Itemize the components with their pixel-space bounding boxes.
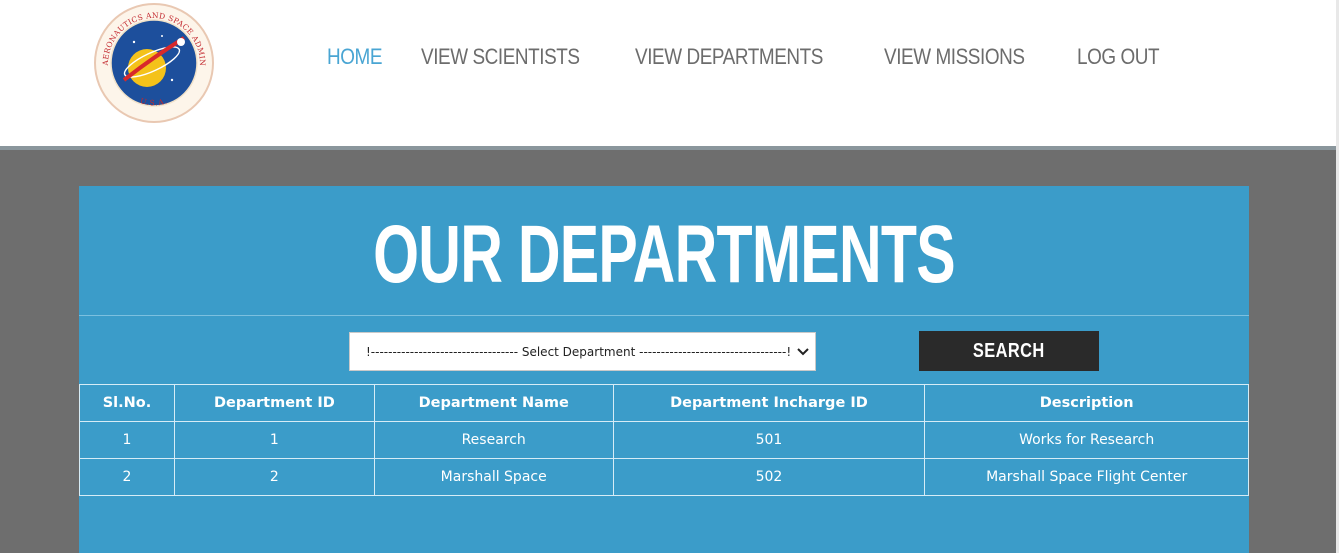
nav-view-scientists[interactable]: VIEW SCIENTISTS <box>421 44 580 72</box>
table-header-row: Sl.No. Department ID Department Name Dep… <box>79 384 1249 422</box>
main-nav: HOME VIEW SCIENTISTS VIEW DEPARTMENTS VI… <box>327 44 1203 72</box>
chevron-down-icon <box>791 345 815 359</box>
cell-description: Marshall Space Flight Center <box>924 458 1249 496</box>
search-button-label: SEARCH <box>973 339 1045 362</box>
nav-home[interactable]: HOME <box>327 44 382 72</box>
cell-department-id: 2 <box>173 458 375 496</box>
cell-incharge-id: 501 <box>612 421 926 459</box>
cell-department-name: Research <box>373 421 614 459</box>
nav-view-missions[interactable]: VIEW MISSIONS <box>884 44 1025 72</box>
cell-sl-no: 1 <box>79 421 175 459</box>
nav-view-departments[interactable]: VIEW DEPARTMENTS <box>635 44 823 72</box>
cell-department-id: 1 <box>173 421 375 459</box>
department-select-value: !---------------------------------- Sele… <box>366 344 791 359</box>
table-row: 1 1 Research 501 Works for Research <box>79 421 1249 459</box>
cell-sl-no: 2 <box>79 458 175 496</box>
nav-log-out[interactable]: LOG OUT <box>1077 44 1160 72</box>
col-header-incharge-id: Department Incharge ID <box>612 384 926 422</box>
search-button[interactable]: SEARCH <box>919 331 1099 371</box>
table-row: 2 2 Marshall Space 502 Marshall Space Fl… <box>79 458 1249 496</box>
cell-department-name: Marshall Space <box>373 458 614 496</box>
departments-table: Sl.No. Department ID Department Name Dep… <box>79 384 1249 496</box>
col-header-description: Description <box>924 384 1249 422</box>
col-header-department-name: Department Name <box>373 384 614 422</box>
col-header-sl-no: Sl.No. <box>79 384 175 422</box>
cell-incharge-id: 502 <box>612 458 926 496</box>
header-divider <box>0 146 1339 150</box>
nasa-logo[interactable]: NATIONAL AERONAUTICS AND SPACE ADMINISTR… <box>88 0 216 124</box>
col-header-department-id: Department ID <box>173 384 375 422</box>
departments-panel: OUR DEPARTMENTS !-----------------------… <box>79 186 1249 553</box>
site-header: NATIONAL AERONAUTICS AND SPACE ADMINISTR… <box>0 0 1339 146</box>
page-title: OUR DEPARTMENTS <box>373 209 956 300</box>
department-select[interactable]: !---------------------------------- Sele… <box>349 332 816 371</box>
cell-description: Works for Research <box>924 421 1249 459</box>
title-divider <box>79 315 1249 316</box>
